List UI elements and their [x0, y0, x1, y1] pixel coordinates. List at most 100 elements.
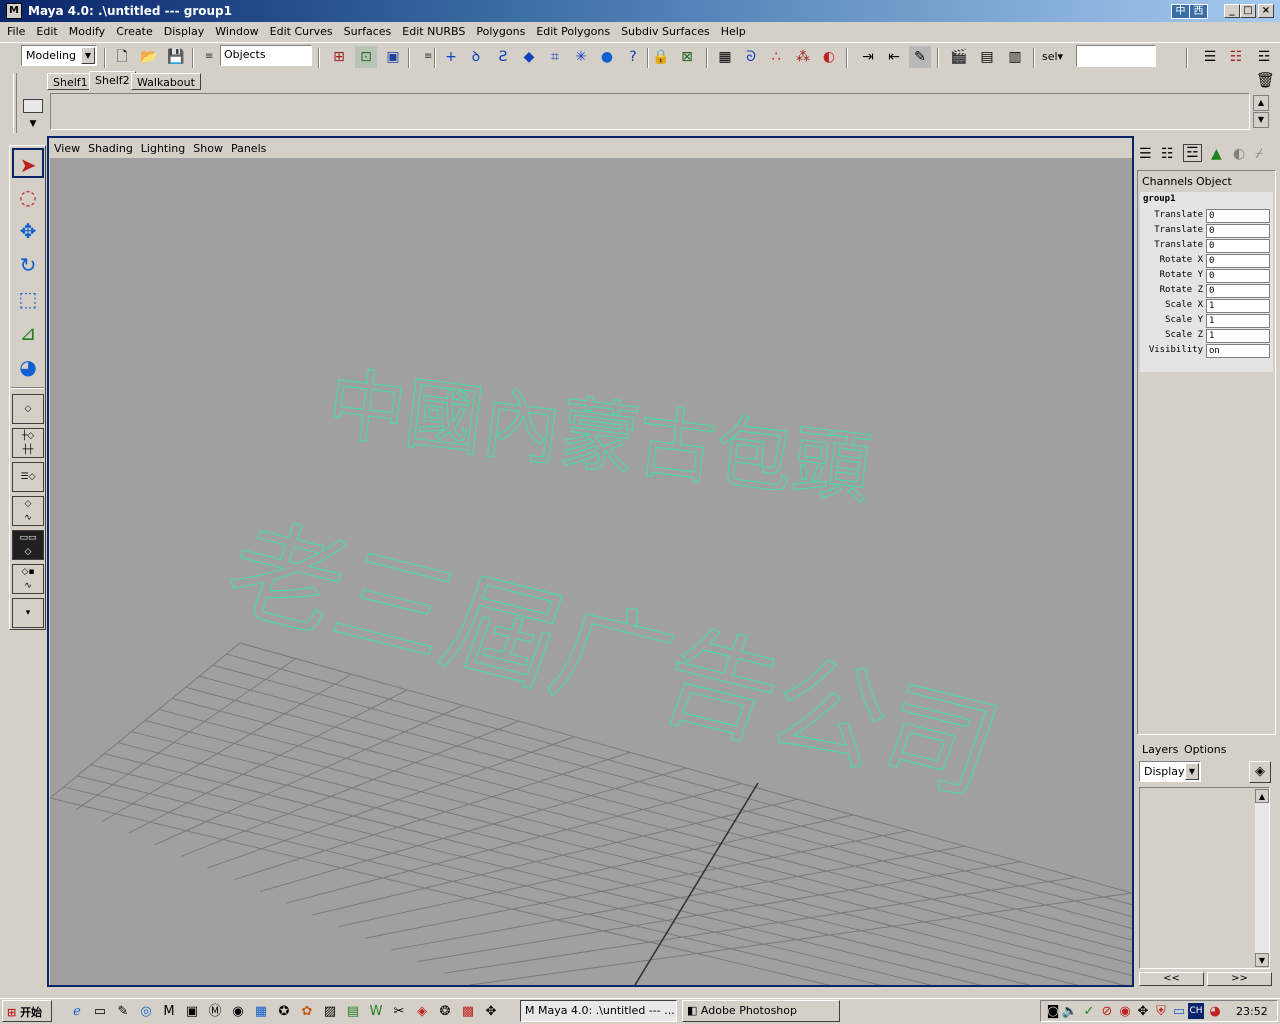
perspective-viewport[interactable]: 中國內蒙古包頭 老三屆广告公司	[50, 158, 1132, 985]
select-by-rendering-icon[interactable]: ●	[596, 46, 618, 68]
channel-value-field[interactable]: 0	[1206, 254, 1270, 268]
channel-value-field[interactable]: 0	[1206, 224, 1270, 238]
select-object-icon[interactable]: ⊡	[355, 46, 377, 68]
app-quicklaunch-icon[interactable]: Ⓜ	[206, 1003, 224, 1021]
channel-value-field[interactable]: 0	[1206, 284, 1270, 298]
select-hierarchy-icon[interactable]: ⊞	[328, 46, 350, 68]
quick-select-input[interactable]	[1076, 45, 1156, 67]
hypergraph-persp-layout-icon[interactable]: ▭▭ ◇	[12, 530, 44, 560]
shelf-scroll-down-icon[interactable]: ▼	[1253, 112, 1269, 128]
tray-app-icon[interactable]: ✥	[1134, 1003, 1152, 1021]
channel-value-field[interactable]: 1	[1206, 299, 1270, 313]
save-scene-icon[interactable]: 💾	[165, 46, 187, 68]
channel-value-field[interactable]: on	[1206, 344, 1270, 358]
notepad-quicklaunch-icon[interactable]: ✎	[114, 1003, 132, 1021]
render-frame-icon[interactable]: 🎬	[948, 46, 970, 68]
viewport-menu-shading[interactable]: Shading	[83, 138, 136, 155]
collapse-handle-icon[interactable]: ≡	[424, 46, 432, 68]
channel-box-layer-icon[interactable]: ☲	[1183, 144, 1202, 162]
tray-app-icon[interactable]: ✓	[1080, 1003, 1098, 1021]
shelf-tab-menu-icon[interactable]	[23, 99, 43, 113]
menu-edit-curves[interactable]: Edit Curves	[263, 22, 337, 38]
quick-select-label[interactable]: sel▾	[1042, 50, 1063, 63]
app-quicklaunch-icon[interactable]: ✿	[298, 1003, 316, 1021]
layer-prev-button[interactable]: <<	[1139, 972, 1204, 986]
shelf-tab-shelf2[interactable]: Shelf2	[89, 71, 136, 90]
lock-selection-icon[interactable]: 🔒	[650, 46, 672, 68]
shading-icon[interactable]: ◐	[1233, 146, 1245, 162]
persp-graph-layout-icon[interactable]: ◇ ∿	[12, 496, 44, 526]
ime-status-icon[interactable]: ◕	[1206, 1003, 1224, 1021]
highlight-selection-icon[interactable]: ⊠	[676, 46, 698, 68]
rotate-tool-icon[interactable]: ↻	[12, 250, 44, 280]
tray-app-icon[interactable]: ◙	[1044, 1003, 1062, 1021]
channel-box-only-icon[interactable]: ☰	[1139, 146, 1152, 162]
app-quicklaunch-icon[interactable]: W	[367, 1003, 385, 1021]
shelf-tab-walkabout[interactable]: Walkabout	[131, 73, 201, 90]
viewport-menu-lighting[interactable]: Lighting	[136, 138, 188, 155]
curve-text-line2[interactable]: 老三屆广告公司	[209, 504, 1015, 817]
four-view-layout-icon[interactable]: ┼◇ ┼┼	[12, 428, 44, 458]
desktop-quicklaunch-icon[interactable]: ▭	[91, 1003, 109, 1021]
snap-to-curve-icon[interactable]: ᘐ	[740, 46, 762, 68]
maya-quicklaunch-icon[interactable]: M	[160, 1003, 178, 1021]
taskbar-task-maya[interactable]: M Maya 4.0: .\untitled --- ...	[520, 1000, 677, 1022]
app-quicklaunch-icon[interactable]: ❂	[436, 1003, 454, 1021]
layers-options-menu[interactable]: Options	[1184, 743, 1226, 756]
menu-window[interactable]: Window	[208, 22, 262, 38]
snap-to-point-icon[interactable]: ∴	[765, 46, 787, 68]
select-by-handle-icon[interactable]: +	[440, 46, 462, 68]
layer-next-button[interactable]: >>	[1207, 972, 1272, 986]
taskbar-task-photoshop[interactable]: ◧ Adobe Photoshop	[682, 1000, 840, 1022]
collapse-handle-icon[interactable]: ≡	[205, 46, 213, 68]
menu-display[interactable]: Display	[157, 22, 209, 38]
selection-mode-field[interactable]: Objects	[220, 45, 312, 66]
layer-list[interactable]	[1139, 787, 1270, 969]
curve-text-line1[interactable]: 中國內蒙古包頭	[322, 359, 876, 516]
new-scene-icon[interactable]: 🗋	[111, 46, 133, 68]
attribute-editor-icon[interactable]: ☷	[1161, 146, 1174, 162]
scroll-down-icon[interactable]: ▼	[1255, 953, 1269, 967]
channel-box-toggle-icon[interactable]: ☲	[1253, 46, 1275, 68]
persp-graph-hypergraph-layout-icon[interactable]: ◇▪ ∿	[12, 564, 44, 594]
layer-type-dropdown[interactable]: Display ▼	[1139, 761, 1201, 782]
input-ops-icon[interactable]: ⇥	[857, 46, 879, 68]
outliner-persp-layout-icon[interactable]: ☰◇	[12, 462, 44, 492]
shelf-menu-icon[interactable]: ▼	[23, 117, 43, 131]
ie-quicklaunch-icon[interactable]: ℯ	[68, 1003, 86, 1021]
menu-edit[interactable]: Edit	[29, 22, 61, 38]
attribute-editor-toggle-icon[interactable]: ☰	[1199, 46, 1221, 68]
channel-value-field[interactable]: 1	[1206, 314, 1270, 328]
menu-edit-nurbs[interactable]: Edit NURBS	[395, 22, 469, 38]
menu-create[interactable]: Create	[109, 22, 157, 38]
create-layer-icon[interactable]: ◈	[1249, 761, 1271, 783]
app-quicklaunch-icon[interactable]: ✂	[390, 1003, 408, 1021]
move-tool-icon[interactable]: ✥	[12, 216, 44, 246]
channel-box-tab-object[interactable]: Object	[1196, 175, 1232, 188]
render-globals-icon[interactable]: ▥	[1004, 46, 1026, 68]
ime-western-icon[interactable]: 西	[1189, 4, 1208, 19]
tool-settings-toggle-icon[interactable]: ☷	[1225, 46, 1247, 68]
app-quicklaunch-icon[interactable]: ◈	[413, 1003, 431, 1021]
select-by-joint-icon[interactable]: ꝺ	[465, 46, 487, 68]
scroll-up-icon[interactable]: ▲	[1255, 789, 1269, 803]
snap-to-grid-icon[interactable]: ▦	[714, 46, 736, 68]
chevron-down-icon[interactable]: ▼	[81, 47, 95, 64]
manipulator-tool-icon[interactable]: ⊿	[12, 318, 44, 348]
maximize-button[interactable]: □	[1240, 4, 1256, 18]
channel-value-field[interactable]: 0	[1206, 209, 1270, 223]
single-perspective-layout-icon[interactable]: ◇	[12, 394, 44, 424]
menu-file[interactable]: File	[0, 22, 29, 38]
ime-chinese-icon[interactable]: 中	[1171, 4, 1190, 19]
object-name[interactable]: group1	[1143, 194, 1176, 204]
make-live-icon[interactable]: ◐	[818, 46, 840, 68]
qq-quicklaunch-icon[interactable]: ◎	[137, 1003, 155, 1021]
language-indicator[interactable]: CH	[1188, 1003, 1204, 1019]
layer-list-scrollbar[interactable]	[1255, 789, 1269, 967]
app-quicklaunch-icon[interactable]: ▨	[321, 1003, 339, 1021]
lasso-tool-icon[interactable]: ◌	[12, 182, 44, 212]
viewport-menu-view[interactable]: View	[49, 138, 83, 155]
menu-help[interactable]: Help	[714, 22, 750, 38]
tray-app-icon[interactable]: ⊘	[1098, 1003, 1116, 1021]
open-scene-icon[interactable]: 📂	[138, 46, 160, 68]
